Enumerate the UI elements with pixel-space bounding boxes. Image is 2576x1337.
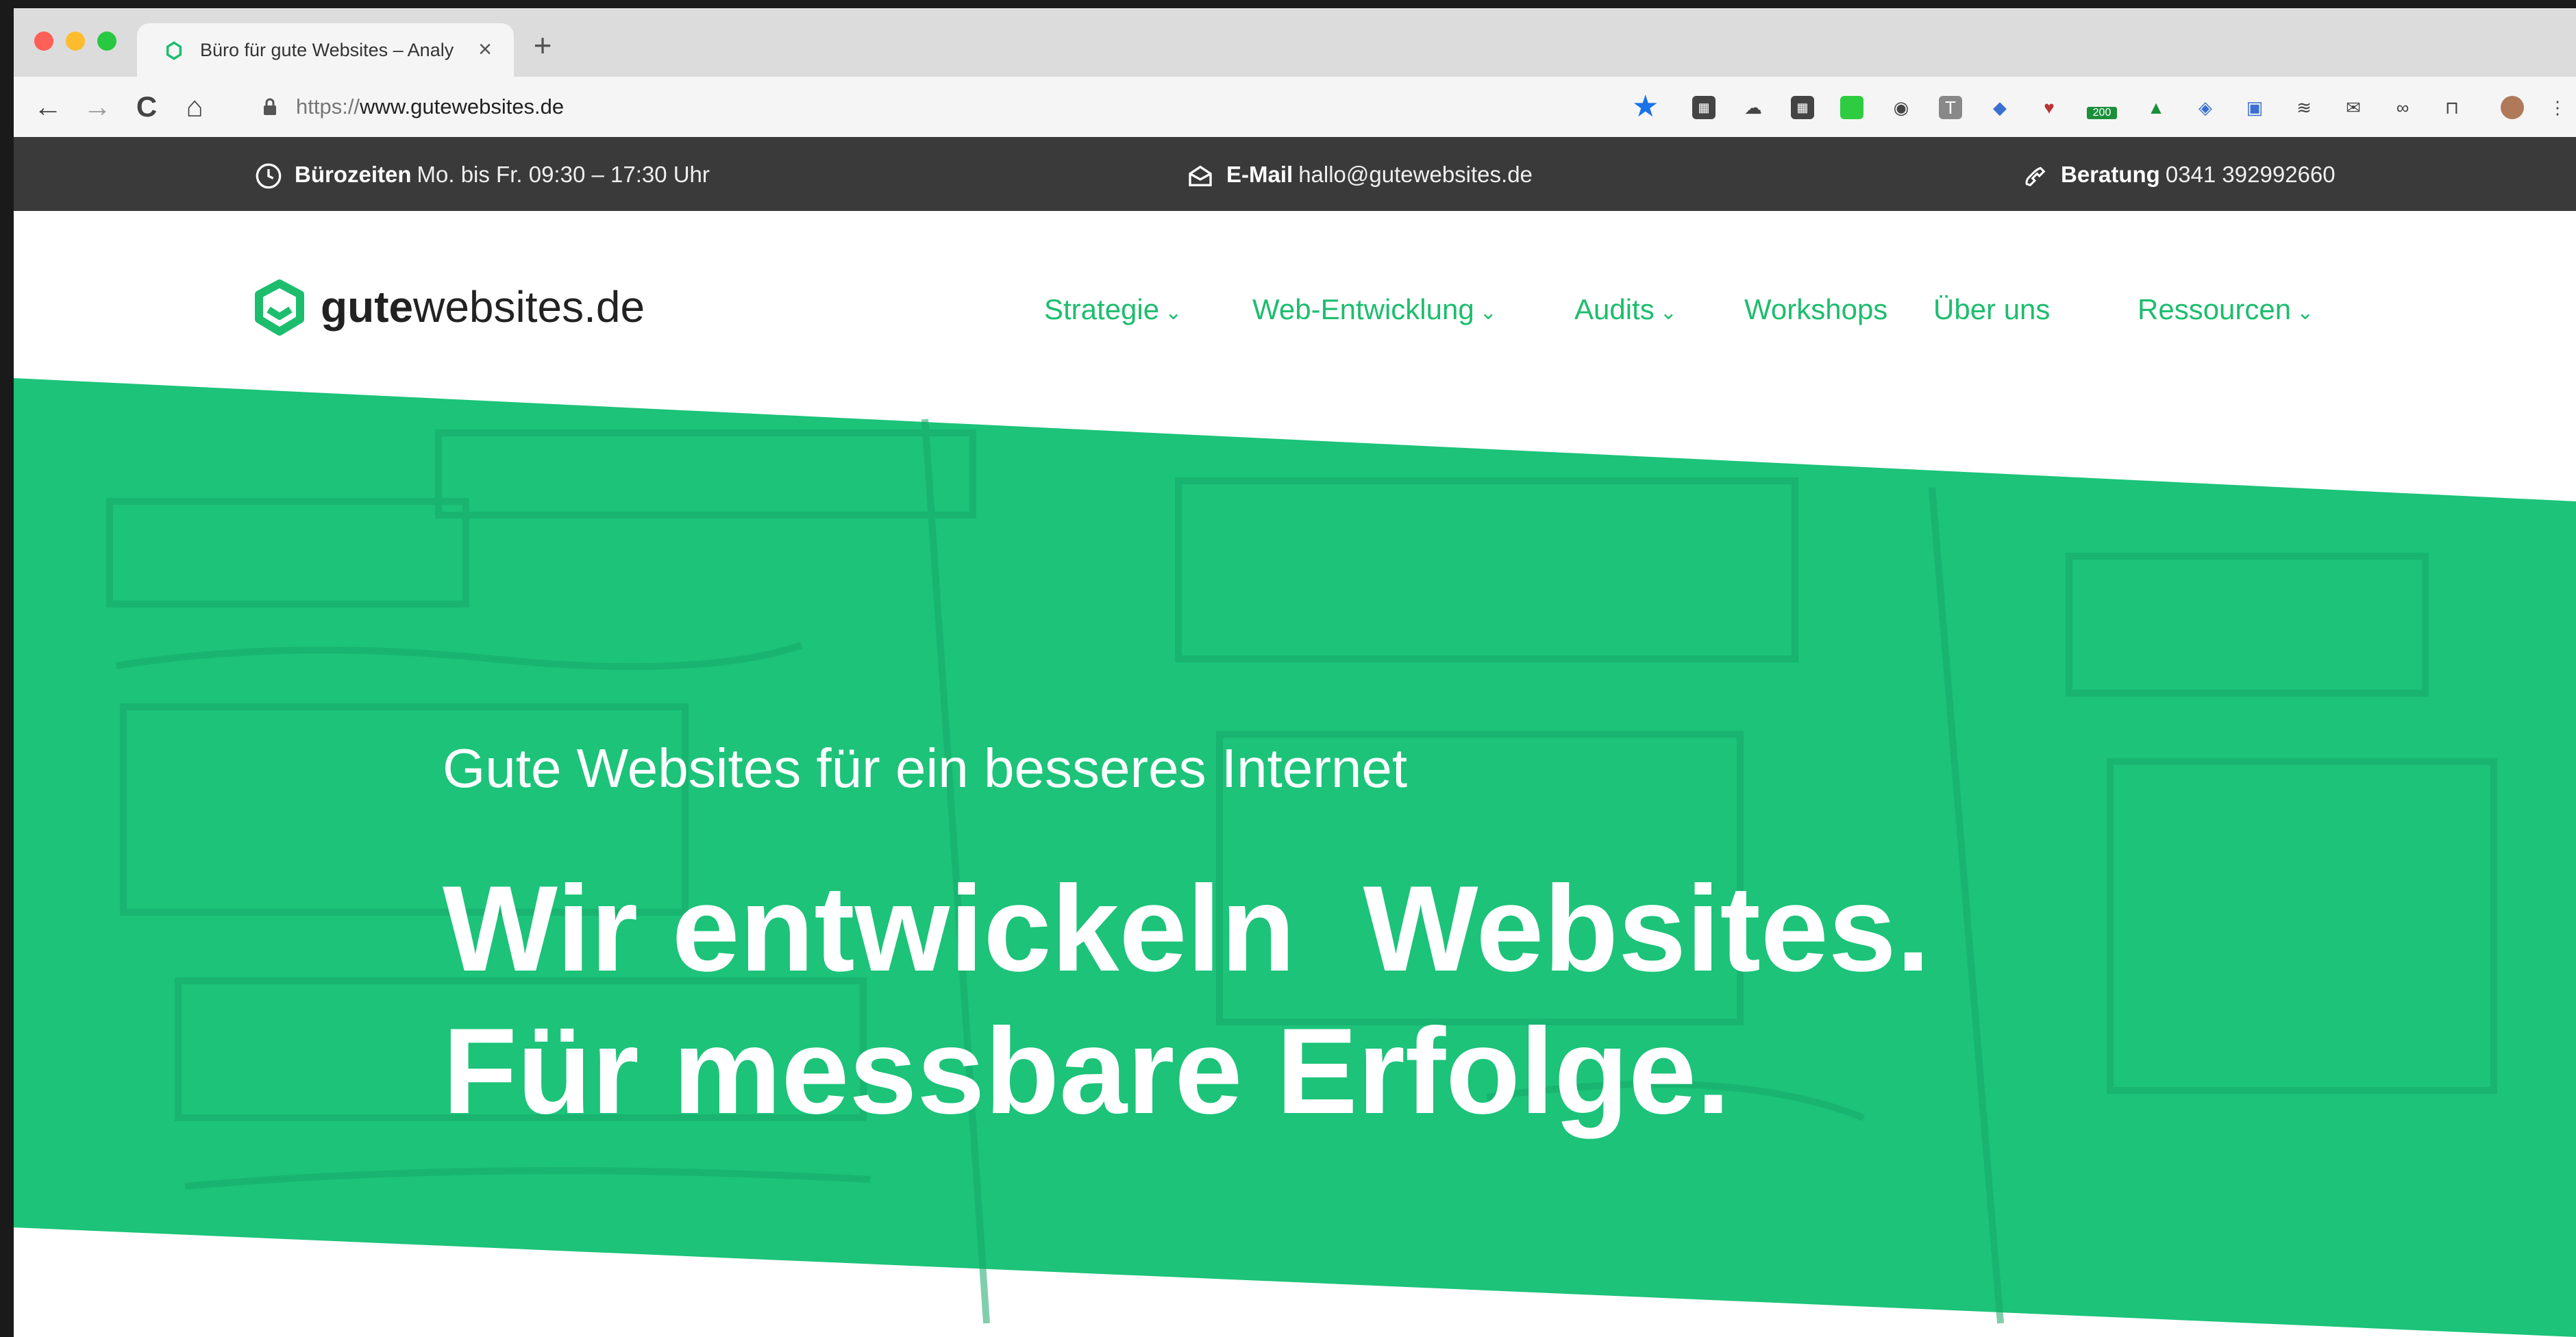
layers-icon[interactable]: ≋ bbox=[2292, 96, 2316, 119]
phone-label: Beratung bbox=[2061, 162, 2160, 187]
url-host: www.gutewebsites.de bbox=[360, 95, 565, 118]
new-tab-button[interactable]: + bbox=[528, 29, 558, 62]
logo-rest: websites.de bbox=[413, 282, 645, 332]
hero-tagline: Gute Websites für ein besseres Internet bbox=[443, 738, 1408, 799]
address-bar[interactable]: https://www.gutewebsites.de ★ bbox=[247, 86, 1672, 127]
reload-button[interactable]: C bbox=[129, 89, 164, 125]
phone-contact[interactable]: Beratung 0341 392992660 bbox=[2021, 160, 2336, 189]
nav-label: Ressourcen bbox=[2138, 293, 2292, 325]
extension-icon[interactable]: ◉ bbox=[1890, 96, 1913, 119]
nav-label: Strategie bbox=[1044, 293, 1160, 325]
email-label: E-Mail bbox=[1226, 162, 1293, 187]
office-hours-label: Bürozeiten bbox=[295, 162, 412, 187]
extension-icon[interactable]: ▦ bbox=[1791, 96, 1814, 119]
lock-icon bbox=[264, 98, 276, 115]
extension-icon[interactable]: T bbox=[1939, 96, 1962, 119]
home-button[interactable]: ⌂ bbox=[177, 89, 212, 125]
extension-icon[interactable]: ∞ bbox=[2391, 96, 2414, 119]
extension-icon[interactable]: 200 bbox=[2087, 96, 2117, 119]
logo-bold: gute bbox=[321, 282, 414, 332]
email-contact[interactable]: E-Mail hallo@gutewebsites.de bbox=[1187, 160, 1533, 189]
browser-toolbar: ← → C ⌂ https://www.gutewebsites.de ★ ▦ … bbox=[14, 77, 2576, 138]
browser-menu-icon[interactable]: ⋮ bbox=[2547, 96, 2568, 119]
chevron-down-icon: ⌄ bbox=[1479, 301, 1497, 324]
hero-title-line-1: Wir entwickeln Websites. bbox=[443, 860, 1931, 997]
hero-title: Wir entwickeln Websites. Für messbare Er… bbox=[443, 858, 1930, 1142]
site-header: gutewebsites.de Strategie ⌄ Web-Entwicklu… bbox=[14, 211, 2576, 389]
browser-window: Büro für gute Websites – Analy × + ← → C… bbox=[14, 8, 2576, 1337]
close-window-button[interactable] bbox=[34, 32, 53, 51]
bookmark-star-icon[interactable]: ★ bbox=[1632, 90, 1659, 123]
profile-avatar[interactable] bbox=[2501, 96, 2524, 119]
nav-item-strategie[interactable]: Strategie ⌄ bbox=[1044, 290, 1182, 329]
contact-info-bar: Bürozeiten Mo. bis Fr. 09:30 – 17:30 Uhr … bbox=[14, 137, 2576, 211]
office-hours: Bürozeiten Mo. bis Fr. 09:30 – 17:30 Uhr bbox=[255, 160, 710, 189]
extension-icon[interactable]: ▲ bbox=[2144, 96, 2168, 119]
hero-title-line-2: Für messbare Erfolge. bbox=[443, 1003, 1731, 1139]
chevron-down-icon: ⌄ bbox=[2296, 301, 2314, 324]
hero-section: Gute Websites für ein besseres Internet … bbox=[14, 378, 2576, 1337]
extension-icon[interactable]: ▣ bbox=[2243, 96, 2266, 119]
email-link[interactable]: hallo@gutewebsites.de bbox=[1298, 162, 1533, 187]
envelope-icon bbox=[1189, 165, 1212, 187]
nav-label: Audits bbox=[1574, 293, 1655, 325]
tab-close-icon[interactable]: × bbox=[473, 36, 497, 63]
chevron-down-icon: ⌄ bbox=[1165, 301, 1182, 324]
phone-icon bbox=[2025, 166, 2046, 187]
nav-item-workshops[interactable]: Workshops bbox=[1744, 290, 1887, 329]
back-button[interactable]: ← bbox=[30, 89, 66, 125]
url-text[interactable]: https://www.gutewebsites.de bbox=[296, 93, 564, 121]
nav-item-ressourcen[interactable]: Ressourcen ⌄ bbox=[2138, 290, 2314, 329]
extension-icon[interactable]: ♥ bbox=[2038, 96, 2061, 119]
logo-icon[interactable] bbox=[253, 279, 306, 337]
nav-item-ueber-uns[interactable]: Über uns bbox=[1933, 290, 2050, 329]
tab-strip: Büro für gute Websites – Analy × + bbox=[14, 8, 2576, 77]
chevron-down-icon: ⌄ bbox=[1659, 301, 1677, 324]
url-scheme: https:// bbox=[296, 95, 360, 118]
favicon-icon bbox=[166, 41, 182, 60]
office-hours-value: Mo. bis Fr. 09:30 – 17:30 Uhr bbox=[417, 162, 710, 187]
minimize-window-button[interactable] bbox=[66, 32, 85, 51]
clock-icon bbox=[256, 163, 282, 189]
extension-icon[interactable]: ☁ bbox=[1742, 96, 1765, 119]
extension-icon[interactable]: ⊓ bbox=[2440, 96, 2464, 119]
forward-button[interactable]: → bbox=[79, 89, 115, 125]
extension-icon[interactable]: ◆ bbox=[1988, 96, 2011, 119]
maximize-window-button[interactable] bbox=[97, 32, 116, 51]
nav-label: Web-Entwicklung bbox=[1252, 293, 1474, 325]
extension-icon[interactable]: ✉ bbox=[2342, 96, 2365, 119]
tab-title: Büro für gute Websites – Analy bbox=[200, 40, 454, 60]
nav-item-audits[interactable]: Audits ⌄ bbox=[1574, 290, 1677, 329]
logo-wordmark[interactable]: gutewebsites.de bbox=[321, 279, 645, 334]
extension-icon[interactable] bbox=[1840, 96, 1863, 119]
nav-item-web-entwicklung[interactable]: Web-Entwicklung ⌄ bbox=[1252, 290, 1497, 329]
shield-icon[interactable]: ◈ bbox=[2194, 96, 2217, 119]
extension-icon[interactable]: ▦ bbox=[1692, 96, 1716, 119]
extension-badge: 200 bbox=[2087, 107, 2117, 119]
phone-link[interactable]: 0341 392992660 bbox=[2166, 162, 2336, 187]
browser-tab[interactable]: Büro für gute Websites – Analy × bbox=[137, 23, 514, 77]
